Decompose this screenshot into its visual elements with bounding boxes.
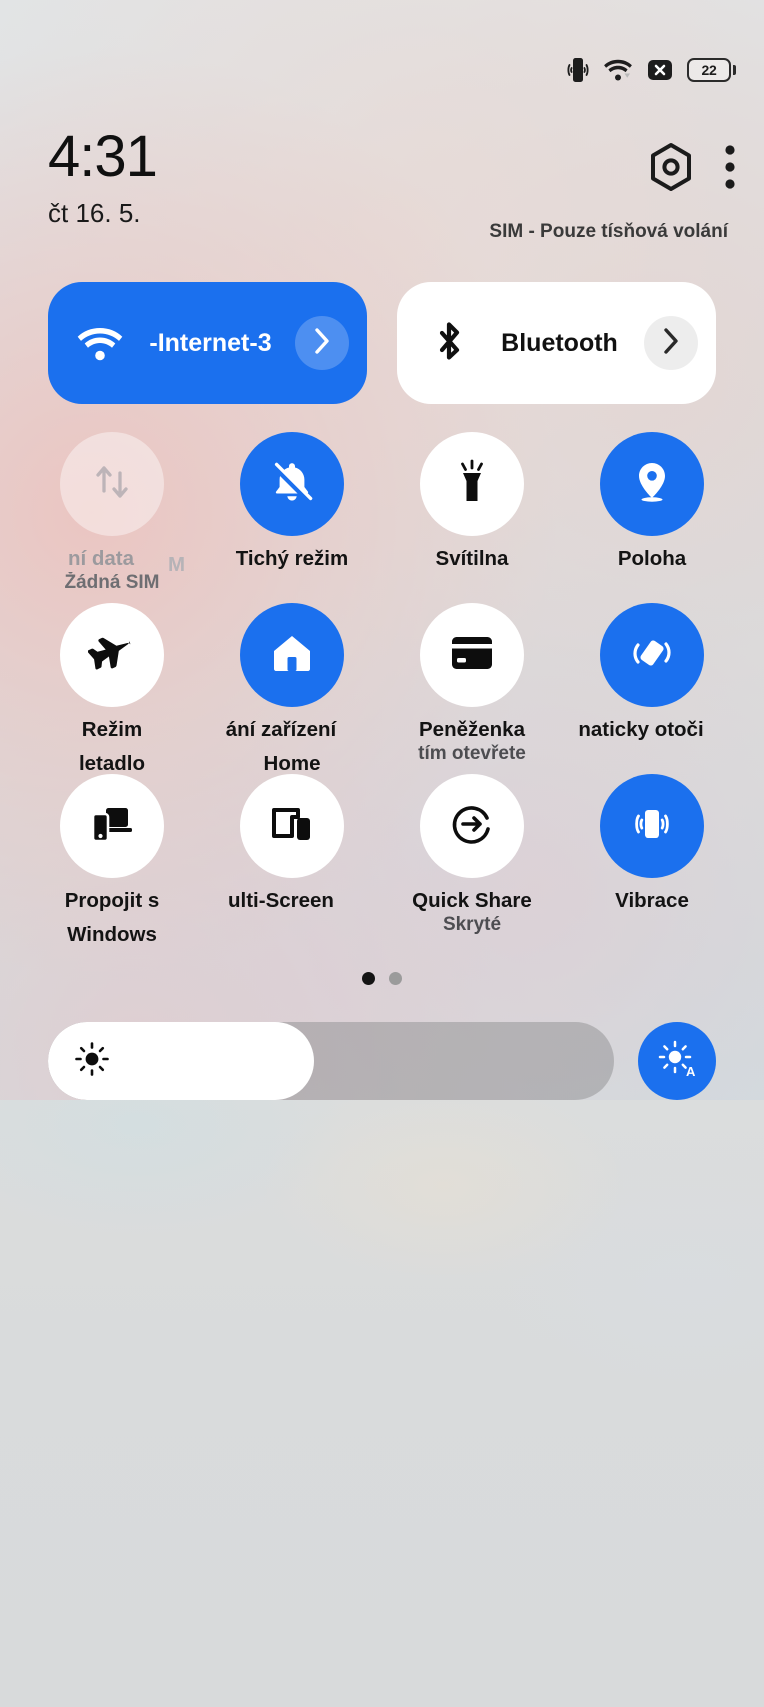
bluetooth-icon xyxy=(423,319,475,367)
tile-mobile-data-toggle[interactable] xyxy=(60,432,164,536)
airplane-icon xyxy=(88,631,136,680)
tile-wallet-toggle[interactable] xyxy=(420,603,524,707)
tile-multi-screen-label: ulti-Screen xyxy=(202,890,382,913)
auto-brightness-button[interactable]: A xyxy=(638,1022,716,1100)
tile-link-to-windows-label: Propojit s xyxy=(22,890,202,912)
tile-silent-mode-toggle[interactable] xyxy=(240,432,344,536)
battery-percent-label: 22 xyxy=(702,63,717,77)
tile-quick-share-toggle[interactable] xyxy=(420,774,524,878)
tile-wallet-label: Peněženka xyxy=(382,719,562,742)
tile-auto-rotate[interactable]: naticky otoči xyxy=(562,603,742,774)
battery-indicator: 22 xyxy=(687,58,736,82)
tile-device-controls[interactable]: ání zařízení Home xyxy=(202,603,382,774)
gear-icon xyxy=(648,142,694,197)
tile-auto-rotate-toggle[interactable] xyxy=(600,603,704,707)
brightness-auto-icon: A xyxy=(657,1039,697,1084)
tile-airplane-mode-label: Režim xyxy=(22,719,202,741)
brightness-slider[interactable] xyxy=(48,1022,614,1100)
phone-laptop-icon xyxy=(89,803,135,850)
internet-tile-expand-button[interactable] xyxy=(295,316,349,370)
page-indicator xyxy=(0,972,764,985)
wifi-icon xyxy=(74,323,126,363)
location-pin-icon xyxy=(630,459,674,510)
tile-device-controls-label: ání zařízení xyxy=(202,719,382,741)
brightness-slider-fill xyxy=(48,1022,314,1100)
tile-flashlight-label: Svítilna xyxy=(382,548,562,571)
tile-flashlight-toggle[interactable] xyxy=(420,432,524,536)
tile-quick-share-label: Quick Share xyxy=(382,890,562,913)
tile-device-controls-toggle[interactable] xyxy=(240,603,344,707)
wifi-icon xyxy=(603,56,633,84)
tile-vibrate-label: Vibrace xyxy=(562,890,742,913)
tile-multi-screen-toggle[interactable] xyxy=(240,774,344,878)
status-bar: 22 xyxy=(0,0,764,140)
page-dot-1[interactable] xyxy=(362,972,375,985)
no-sim-icon xyxy=(647,57,673,83)
tile-quick-share-sublabel: Skryté xyxy=(382,914,562,936)
tile-mobile-data-extra-label: M xyxy=(168,553,185,577)
multiscreen-icon xyxy=(268,804,316,849)
flashlight-icon xyxy=(451,459,493,510)
tile-vibrate-toggle[interactable] xyxy=(600,774,704,878)
data-transfer-icon xyxy=(89,459,135,510)
tile-silent-mode-label: Tichý režim xyxy=(202,548,382,571)
tile-device-controls-label-2: Home xyxy=(202,753,382,775)
bluetooth-tile-expand-button[interactable] xyxy=(644,316,698,370)
tile-mobile-data[interactable]: ní data Žádná SIM xyxy=(22,432,202,603)
clock-time: 4:31 xyxy=(48,128,734,186)
more-options-button[interactable] xyxy=(724,143,736,196)
tile-multi-screen[interactable]: ulti-Screen xyxy=(202,774,382,945)
wallpaper-lower-background xyxy=(0,1100,764,1707)
tile-quick-share[interactable]: Quick Share Skryté xyxy=(382,774,562,945)
chevron-right-icon xyxy=(662,327,680,360)
tile-vibrate[interactable]: Vibrace xyxy=(562,774,742,945)
tile-location[interactable]: Poloha xyxy=(562,432,742,603)
bell-off-icon xyxy=(267,457,317,512)
sim-status-label: SIM - Pouze tísňová volání xyxy=(489,221,728,243)
wallet-card-icon xyxy=(449,635,495,676)
tile-airplane-mode-label-2: letadlo xyxy=(22,753,202,775)
tile-location-toggle[interactable] xyxy=(600,432,704,536)
tile-link-to-windows-label-2: Windows xyxy=(22,924,202,946)
panel-header: 4:31 čt 16. 5. SIM - Pouze tísňová volán… xyxy=(0,128,764,258)
chevron-right-icon xyxy=(313,327,331,360)
quick-settings-grid: ní data Žádná SIM Tichý režim xyxy=(22,432,742,945)
tile-link-to-windows-toggle[interactable] xyxy=(60,774,164,878)
home-icon xyxy=(270,631,314,680)
brightness-row: A xyxy=(48,1022,716,1100)
brightness-icon xyxy=(74,1041,110,1082)
vibrate-icon xyxy=(630,802,674,851)
auto-rotate-icon xyxy=(628,629,676,682)
tile-airplane-mode[interactable]: Režim letadlo xyxy=(22,603,202,774)
tile-location-label: Poloha xyxy=(562,548,742,571)
connectivity-tiles: -Internet-3 Bluetooth xyxy=(48,282,716,404)
tile-wallet[interactable]: Peněženka tím otevřete xyxy=(382,603,562,774)
tile-silent-mode[interactable]: Tichý režim xyxy=(202,432,382,603)
internet-tile[interactable]: -Internet-3 xyxy=(48,282,367,404)
tile-auto-rotate-label: naticky otoči xyxy=(562,719,742,742)
bluetooth-tile[interactable]: Bluetooth xyxy=(397,282,716,404)
vibrate-icon xyxy=(567,56,589,84)
svg-text:A: A xyxy=(686,1064,696,1079)
page-dot-2[interactable] xyxy=(389,972,402,985)
bluetooth-tile-label: Bluetooth xyxy=(475,329,644,358)
tile-wallet-sublabel: tím otevřete xyxy=(382,743,562,765)
more-vertical-icon xyxy=(724,143,736,196)
tile-link-to-windows[interactable]: Propojit s Windows xyxy=(22,774,202,945)
quick-share-icon xyxy=(449,801,495,852)
tile-airplane-mode-toggle[interactable] xyxy=(60,603,164,707)
tile-flashlight[interactable]: Svítilna xyxy=(382,432,562,603)
internet-tile-label: -Internet-3 xyxy=(126,329,295,358)
settings-button[interactable] xyxy=(648,142,694,197)
